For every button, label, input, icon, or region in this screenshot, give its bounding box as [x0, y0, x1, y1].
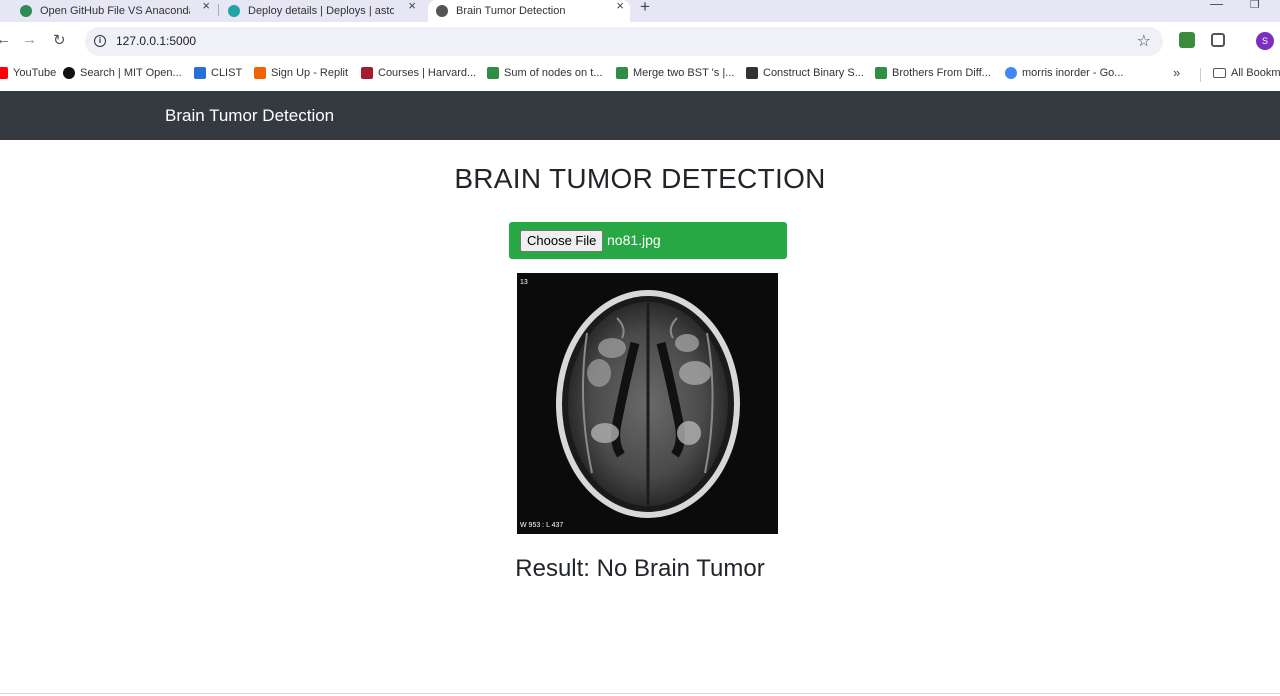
profile-avatar[interactable]: S — [1256, 32, 1274, 50]
youtube-icon — [0, 67, 8, 79]
mri-corner-label-top: 13 — [520, 279, 528, 286]
folder-icon — [1213, 68, 1226, 78]
bookmark-harvard[interactable]: Courses | Harvard... — [361, 67, 476, 79]
tab-deploy[interactable]: Deploy details | Deploys | astor × — [228, 0, 422, 22]
bookmark-label: Courses | Harvard... — [378, 67, 477, 79]
close-icon[interactable]: × — [408, 0, 416, 12]
tab-brain-tumor[interactable]: Brain Tumor Detection × — [428, 0, 630, 22]
tab-separator — [218, 4, 219, 16]
page-bottom-border — [0, 693, 1280, 694]
file-upload[interactable]: Choose File no81.jpg — [509, 222, 787, 259]
tab-title: Deploy details | Deploys | astor — [248, 5, 394, 17]
bookmark-leetcode[interactable]: Construct Binary S... — [746, 67, 864, 79]
bookmark-label: Brothers From Diff... — [892, 67, 991, 79]
bookmark-replit[interactable]: Sign Up - Replit — [254, 67, 348, 79]
bookmark-label: Sum of nodes on t... — [504, 67, 603, 79]
restore-icon[interactable]: ❐ — [1250, 0, 1260, 11]
bookmark-google[interactable]: morris inorder - Go... — [1005, 67, 1123, 79]
tab-strip: Open GitHub File VS Anaconda × Deploy de… — [0, 0, 1280, 22]
netlify-icon — [228, 5, 240, 17]
navbar-brand[interactable]: Brain Tumor Detection — [165, 106, 334, 126]
all-bookmarks-label: All Bookm — [1231, 67, 1280, 79]
url-text[interactable]: 127.0.0.1:5000 — [116, 34, 196, 48]
bookmark-gfg-brothers[interactable]: Brothers From Diff... — [875, 67, 991, 79]
google-icon — [1005, 67, 1017, 79]
bookmark-label: CLIST — [211, 67, 243, 79]
bookmark-youtube[interactable]: YouTube — [0, 67, 56, 79]
more-bookmarks-icon[interactable]: » — [1173, 65, 1180, 80]
bookmark-star-icon[interactable]: ☆ — [1137, 31, 1151, 51]
bookmark-divider — [1200, 68, 1201, 82]
tab-github[interactable]: Open GitHub File VS Anaconda × — [20, 0, 216, 22]
reload-icon[interactable]: ↻ — [53, 31, 66, 49]
mri-corner-label-bottom: W 953 : L 437 — [520, 522, 563, 529]
tab-title: Brain Tumor Detection — [456, 5, 566, 17]
choose-file-button[interactable]: Choose File — [520, 230, 604, 252]
bookmarks-bar: YouTube Search | MIT Open... CLIST Sign … — [0, 61, 1280, 88]
page-title: BRAIN TUMOR DETECTION — [454, 163, 826, 194]
new-tab-button[interactable]: + — [640, 0, 650, 17]
close-icon[interactable]: × — [202, 0, 210, 12]
mit-icon — [63, 67, 75, 79]
back-icon[interactable]: ← — [0, 31, 11, 48]
bookmark-label: Sign Up - Replit — [271, 67, 349, 79]
gfg-icon — [875, 67, 887, 79]
bookmark-gfg-sum[interactable]: Sum of nodes on t... — [487, 67, 602, 79]
brain-scan-graphic: 13 W 953 : L 437 — [520, 279, 740, 529]
bookmark-label: Construct Binary S... — [763, 67, 864, 79]
address-bar[interactable]: i 127.0.0.1:5000 ☆ — [85, 27, 1163, 56]
all-bookmarks[interactable]: All Bookm — [1213, 67, 1280, 79]
selected-file-name: no81.jpg — [607, 232, 661, 248]
bookmark-gfg-merge[interactable]: Merge two BST 's |... — [616, 67, 734, 79]
leetcode-icon — [746, 67, 758, 79]
bookmark-label: Search | MIT Open... — [80, 67, 182, 79]
clist-icon — [194, 67, 206, 79]
extension-icon[interactable] — [1179, 32, 1195, 48]
gfg-icon — [616, 67, 628, 79]
browser-toolbar: ← → ↻ i 127.0.0.1:5000 ☆ S — [0, 22, 1280, 61]
openai-icon — [20, 5, 32, 17]
minimize-icon[interactable]: — — [1210, 0, 1223, 11]
harvard-icon — [361, 67, 373, 79]
app-navbar: Brain Tumor Detection — [0, 91, 1280, 140]
extensions-puzzle-icon[interactable] — [1211, 33, 1225, 47]
replit-icon — [254, 67, 266, 79]
bookmark-label: Merge two BST 's |... — [633, 67, 735, 79]
forward-icon[interactable]: → — [22, 31, 37, 48]
bookmark-mit[interactable]: Search | MIT Open... — [63, 67, 182, 79]
prediction-result: Result: No Brain Tumor — [515, 555, 765, 582]
gfg-icon — [487, 67, 499, 79]
bookmark-label: morris inorder - Go... — [1022, 67, 1124, 79]
bookmark-label: YouTube — [13, 67, 57, 79]
tab-title: Open GitHub File VS Anaconda — [40, 5, 190, 17]
bookmark-clist[interactable]: CLIST — [194, 67, 242, 79]
globe-icon — [436, 5, 448, 17]
site-info-icon[interactable]: i — [94, 35, 106, 47]
mri-image: 13 W 953 : L 437 — [517, 273, 778, 534]
close-icon[interactable]: × — [616, 0, 624, 12]
